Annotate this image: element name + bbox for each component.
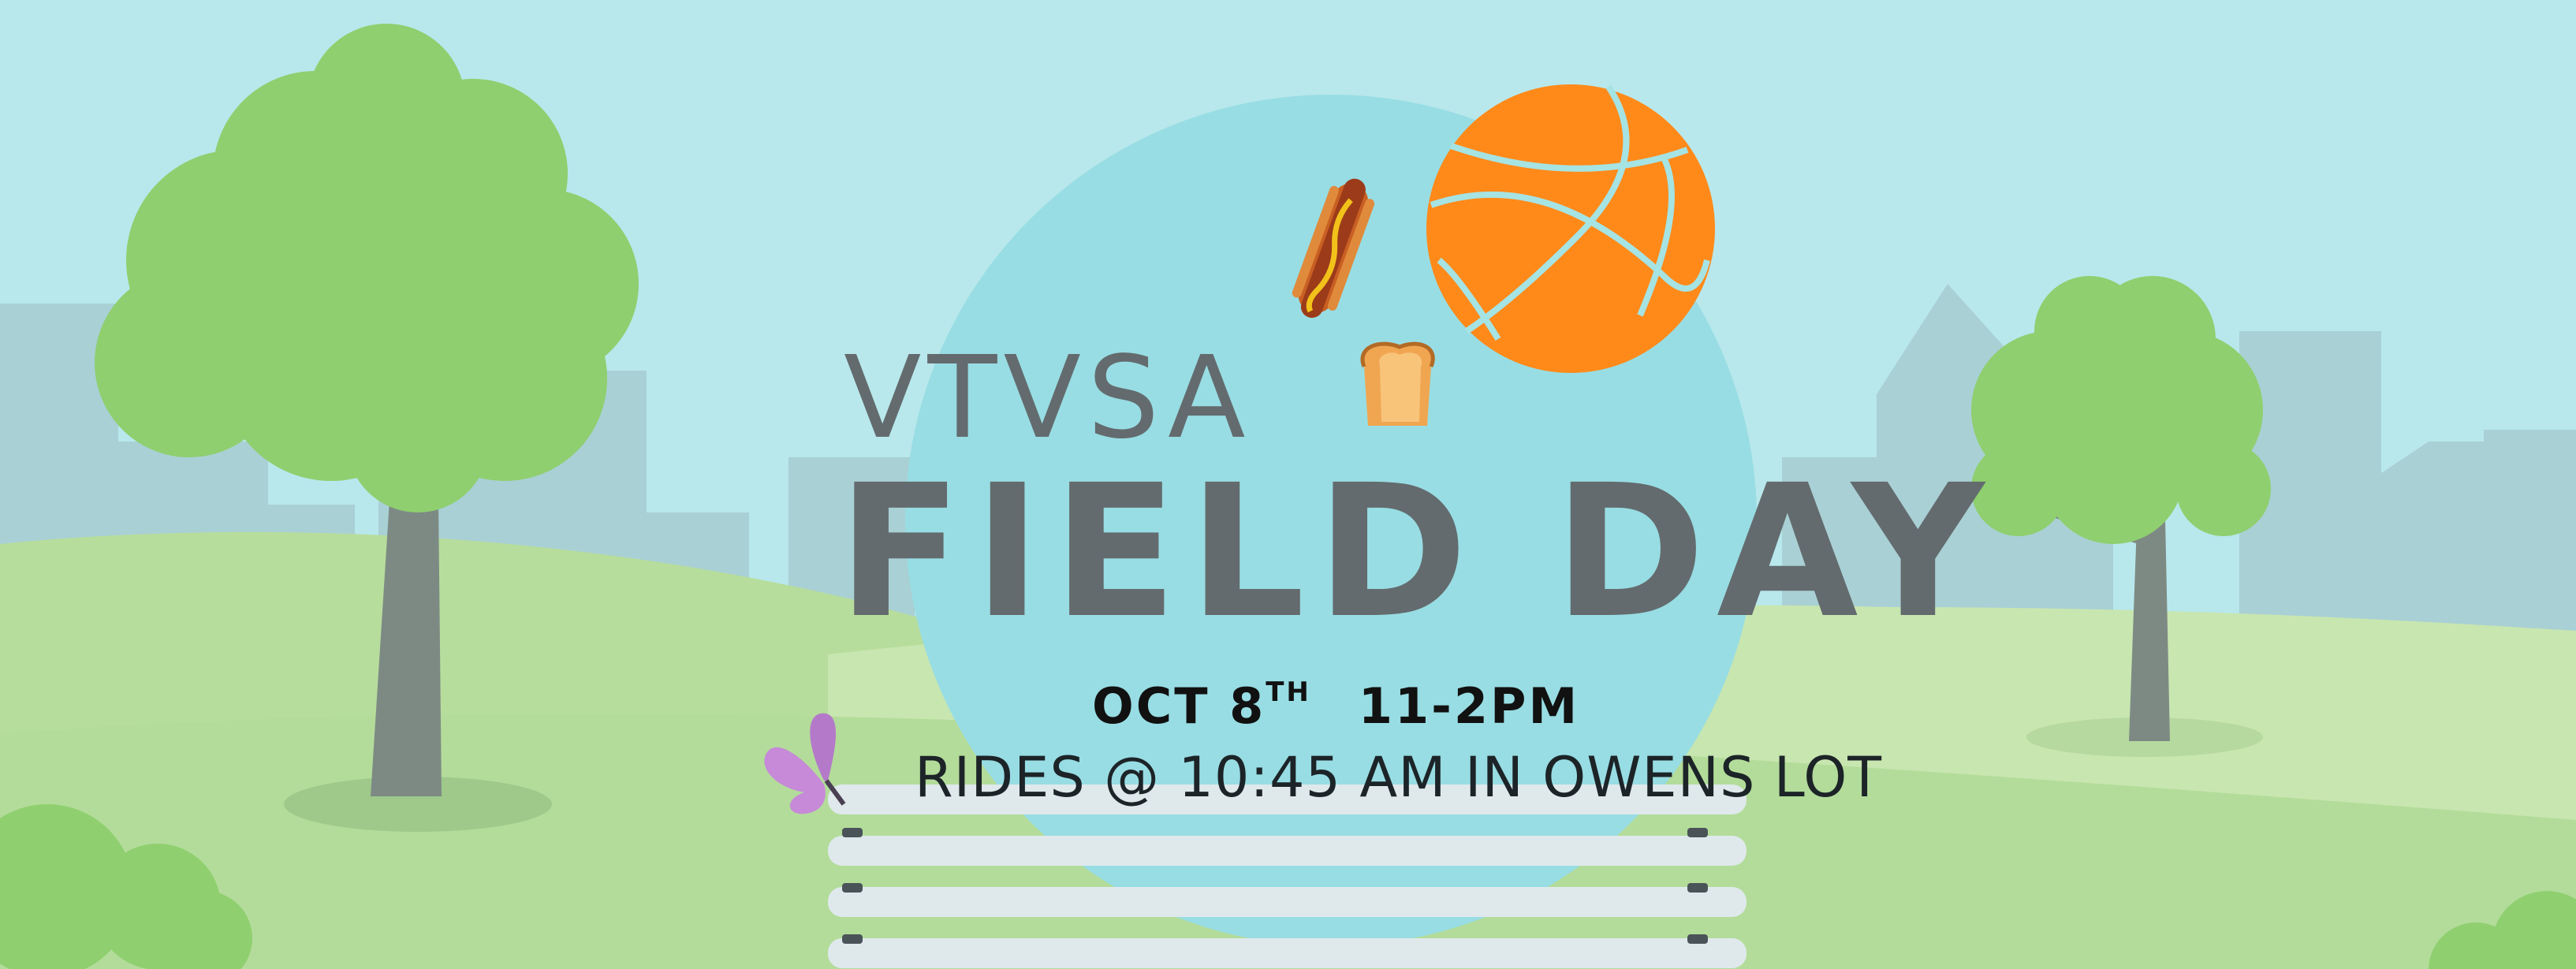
field-day-banner: VTVSA FIELD DAY OCT 8TH 11-2PM RIDES @ 10… [0, 0, 2576, 969]
event-date: OCT 8 [1092, 677, 1266, 735]
basketball-icon [1426, 84, 1715, 373]
event-date-time: OCT 8TH 11-2PM [1092, 676, 1579, 735]
org-name: VTVSA [844, 331, 1252, 464]
date-suffix: TH [1266, 676, 1311, 708]
event-title: FIELD DAY [837, 445, 1996, 658]
bread-icon [1360, 341, 1435, 426]
event-time: 11-2PM [1358, 677, 1580, 735]
rides-info: RIDES @ 10:45 AM IN OWENS LOT [915, 745, 1883, 810]
